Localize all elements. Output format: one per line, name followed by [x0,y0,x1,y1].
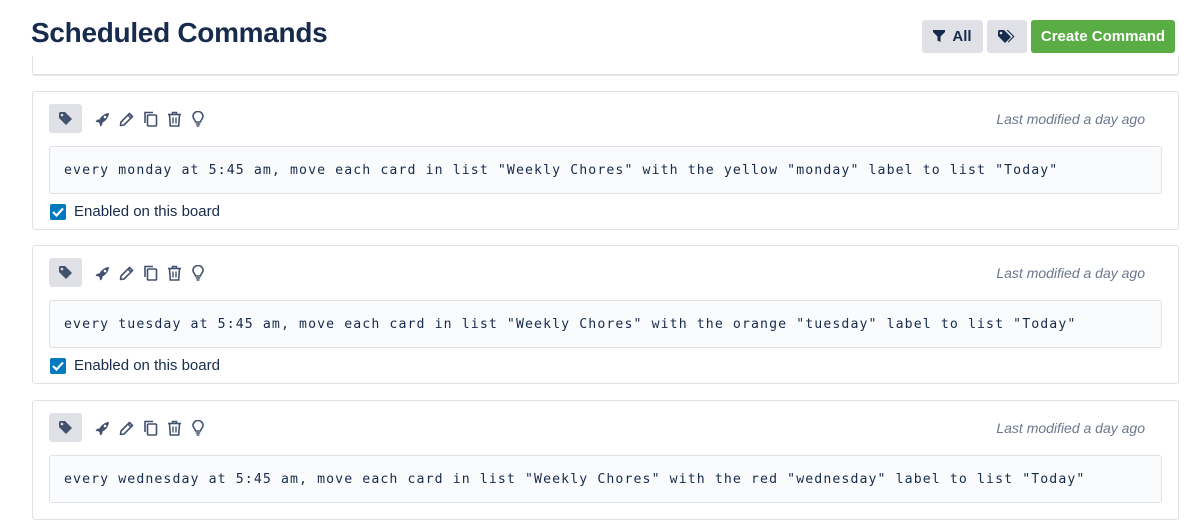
tag-button[interactable] [49,104,82,133]
command-text-box: every monday at 5:45 am, move each card … [49,146,1162,194]
last-modified-text: Last modified a day ago [996,420,1145,436]
enabled-checkbox[interactable] [50,203,66,220]
enabled-label: Enabled on this board [74,203,220,220]
filter-icon [933,30,946,43]
create-command-button[interactable]: Create Command [1031,20,1175,53]
lightbulb-icon[interactable] [189,110,207,128]
tag-button[interactable] [49,413,82,442]
trash-icon[interactable] [165,264,183,282]
pencil-icon[interactable] [117,419,135,437]
enabled-label: Enabled on this board [74,357,220,374]
filter-button[interactable]: All [922,20,983,53]
copy-icon[interactable] [141,110,159,128]
last-modified-text: Last modified a day ago [996,265,1145,281]
tag-button[interactable] [49,258,82,287]
command-card: Last modified a day ago every tuesday at… [32,245,1179,384]
tags-icon [998,29,1016,44]
last-modified-text: Last modified a day ago [996,111,1145,127]
command-card: Last modified a day ago every monday at … [32,91,1179,230]
command-text: every wednesday at 5:45 am, move each ca… [64,471,1086,487]
lightbulb-icon[interactable] [189,264,207,282]
lightbulb-icon[interactable] [189,419,207,437]
enabled-toggle[interactable]: Enabled on this board [50,203,220,220]
tag-icon [59,112,72,125]
filter-label: All [952,28,972,45]
enabled-toggle[interactable]: Enabled on this board [50,357,220,374]
enabled-checkbox[interactable] [50,357,66,374]
command-text: every tuesday at 5:45 am, move each card… [64,316,1077,332]
trash-icon[interactable] [165,419,183,437]
previous-command-card-edge [32,56,1179,75]
tag-icon [59,421,72,434]
command-text-box: every tuesday at 5:45 am, move each card… [49,300,1162,348]
rocket-icon[interactable] [93,419,111,437]
tags-button[interactable] [987,20,1027,53]
rocket-icon[interactable] [93,264,111,282]
copy-icon[interactable] [141,264,159,282]
pencil-icon[interactable] [117,264,135,282]
tag-icon [59,266,72,279]
trash-icon[interactable] [165,110,183,128]
command-text-box: every wednesday at 5:45 am, move each ca… [49,455,1162,503]
command-text: every monday at 5:45 am, move each card … [64,162,1059,178]
pencil-icon[interactable] [117,110,135,128]
page-title: Scheduled Commands [31,17,328,48]
copy-icon[interactable] [141,419,159,437]
rocket-icon[interactable] [93,110,111,128]
command-card: Last modified a day ago every wednesday … [32,400,1179,520]
